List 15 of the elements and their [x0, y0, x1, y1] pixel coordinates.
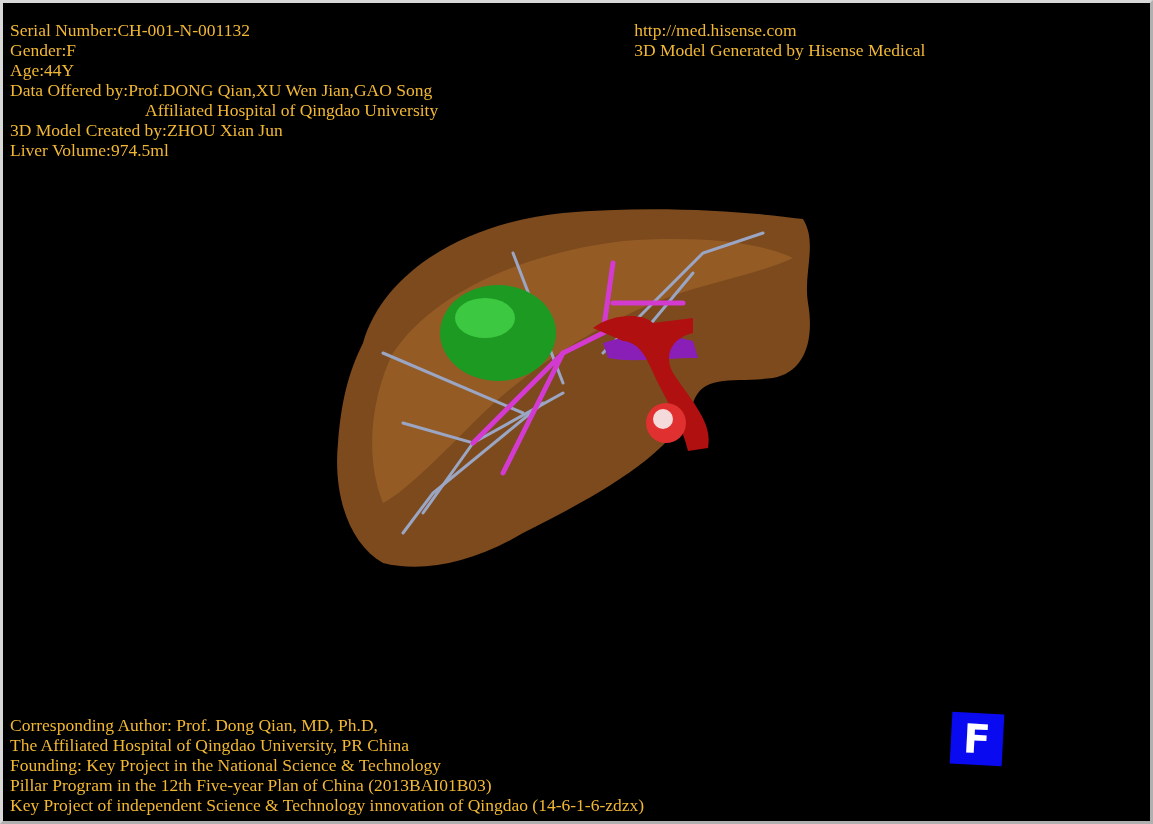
info-text: 3D Model Created by:ZHOU Xian Jun: [10, 120, 283, 140]
orientation-cube[interactable]: F: [949, 711, 1005, 767]
info-text: Corresponding Author: Prof. Dong Qian, MD, Ph.D,: [10, 715, 378, 735]
info-text: 3D Model Generated by Hisense Medical: [634, 40, 926, 60]
info-text: Founding: Key Project in the National Science & Technology: [10, 755, 441, 775]
info-text: Affiliated Hospital of Qingdao University: [145, 100, 439, 120]
info-text: Gender:F: [10, 40, 77, 60]
info-text: Data Offered by:Prof.DONG Qian,XU Wen Jian,GAO Song: [10, 80, 433, 100]
info-text: Key Project of independent Science & Technology innovation of Qingdao (14-6-1-6-zdzx): [10, 795, 645, 815]
info-text: http://med.hisense.com: [634, 20, 797, 40]
info-text: Serial Number:CH-001-N-001132: [10, 20, 250, 40]
info-text: The Affiliated Hospital of Qingdao University, PR China: [10, 735, 410, 755]
info-text: Age:44Y: [10, 60, 75, 80]
info-text: Pillar Program in the 12th Five-year Plan of China (2013BAI01B03): [10, 775, 492, 795]
info-text: Liver Volume:974.5ml: [10, 140, 169, 160]
